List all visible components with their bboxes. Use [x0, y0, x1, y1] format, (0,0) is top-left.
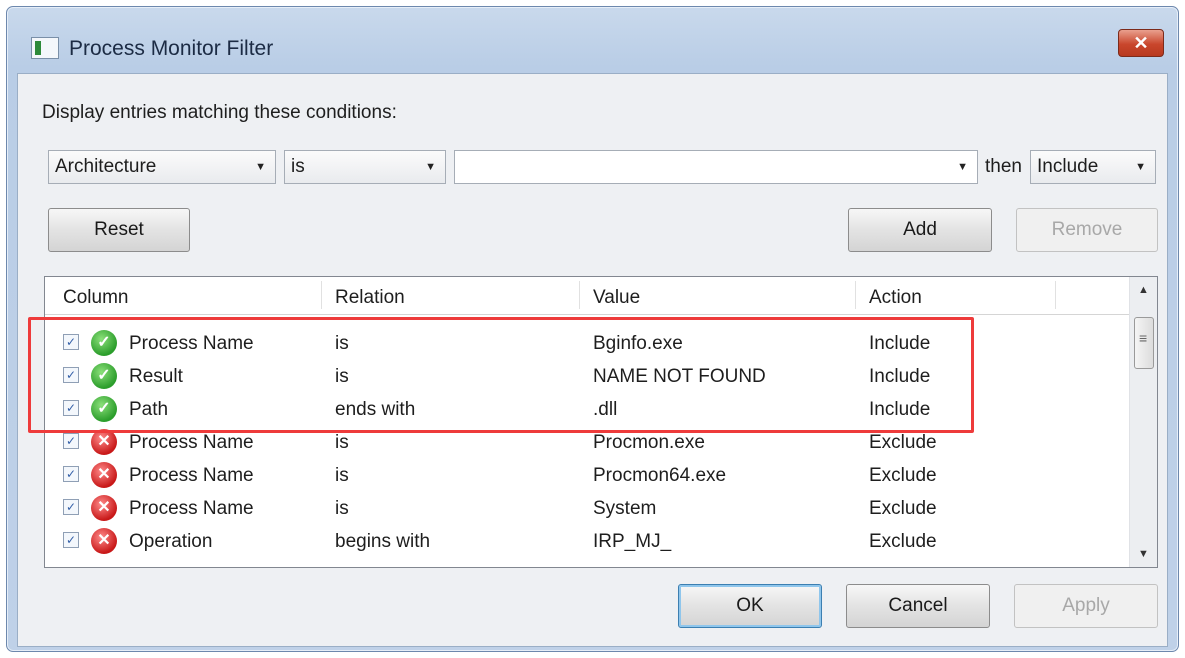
chevron-down-icon: ▼	[1135, 161, 1146, 173]
row-value: .dll	[593, 399, 618, 420]
row-relation: is	[335, 366, 349, 387]
row-column: Result	[129, 366, 183, 387]
row-column: Path	[129, 399, 169, 420]
row-action: Exclude	[869, 498, 937, 519]
header-divider[interactable]	[579, 281, 580, 309]
row-checkbox[interactable]: ✓	[63, 499, 79, 515]
cancel-button[interactable]: Cancel	[846, 584, 990, 628]
add-button[interactable]: Add	[848, 208, 992, 252]
row-value: System	[593, 498, 657, 519]
row-action: Exclude	[869, 432, 937, 453]
relation-select-value: is	[291, 156, 305, 177]
then-label: then	[985, 156, 1022, 177]
header-value[interactable]: Value	[593, 287, 640, 309]
row-value: IRP_MJ_	[593, 531, 672, 552]
row-value: Procmon64.exe	[593, 465, 727, 486]
row-value: Procmon.exe	[593, 432, 705, 453]
row-relation: begins with	[335, 531, 431, 552]
header-column[interactable]: Column	[63, 287, 128, 309]
value-combo[interactable]: ▼	[454, 150, 978, 184]
scroll-thumb[interactable]	[1134, 317, 1154, 369]
header-relation[interactable]: Relation	[335, 287, 405, 309]
action-select-value: Include	[1037, 156, 1099, 177]
dialog-client-area: Display entries matching these condition…	[17, 73, 1168, 647]
row-relation: is	[335, 432, 349, 453]
row-value: Bginfo.exe	[593, 333, 683, 354]
row-relation: is	[335, 465, 349, 486]
filter-row[interactable]: ✓ ✕ Process Name is Procmon.exe Exclude	[45, 426, 1131, 459]
scroll-down-icon[interactable]: ▼	[1130, 541, 1157, 567]
row-relation: is	[335, 333, 349, 354]
row-action: Include	[869, 399, 931, 420]
filter-row[interactable]: ✓ ✓ Result is NAME NOT FOUND Include	[45, 360, 1131, 393]
header-divider[interactable]	[1055, 281, 1056, 309]
ok-button[interactable]: OK	[678, 584, 822, 628]
filter-row[interactable]: ✓ ✕ Operation begins with IRP_MJ_ Exclud…	[45, 525, 1131, 558]
row-column: Process Name	[129, 498, 254, 519]
row-checkbox[interactable]: ✓	[63, 466, 79, 482]
scroll-up-icon[interactable]: ▲	[1130, 277, 1157, 303]
row-action: Include	[869, 333, 931, 354]
row-checkbox[interactable]: ✓	[63, 433, 79, 449]
row-action: Exclude	[869, 465, 937, 486]
filter-list[interactable]: Column Relation Value Action ✓ ✓ Process…	[44, 276, 1158, 568]
row-column: Process Name	[129, 465, 254, 486]
relation-select[interactable]: is ▼	[284, 150, 446, 184]
list-header: Column Relation Value Action	[45, 277, 1131, 315]
filter-row[interactable]: ✓ ✓ Path ends with .dll Include	[45, 393, 1131, 426]
conditions-label: Display entries matching these condition…	[42, 102, 397, 123]
row-action: Exclude	[869, 531, 937, 552]
x-circle-icon: ✕	[91, 462, 117, 488]
column-select[interactable]: Architecture ▼	[48, 150, 276, 184]
chevron-down-icon: ▼	[957, 161, 968, 173]
app-icon	[31, 37, 59, 59]
chevron-down-icon: ▼	[255, 161, 266, 173]
row-relation: ends with	[335, 399, 416, 420]
list-scrollbar[interactable]: ▲ ▼	[1129, 277, 1157, 567]
row-checkbox[interactable]: ✓	[63, 532, 79, 548]
chevron-down-icon: ▼	[425, 161, 436, 173]
row-column: Operation	[129, 531, 213, 552]
check-circle-icon: ✓	[91, 330, 117, 356]
x-circle-icon: ✕	[91, 429, 117, 455]
filter-row[interactable]: ✓ ✕ Process Name is Procmon64.exe Exclud…	[45, 459, 1131, 492]
apply-button[interactable]: Apply	[1014, 584, 1158, 628]
remove-button[interactable]: Remove	[1016, 208, 1158, 252]
header-action[interactable]: Action	[869, 287, 922, 309]
row-relation: is	[335, 498, 349, 519]
action-select[interactable]: Include ▼	[1030, 150, 1156, 184]
row-action: Include	[869, 366, 931, 387]
row-value: NAME NOT FOUND	[593, 366, 766, 387]
reset-button[interactable]: Reset	[48, 208, 190, 252]
filter-dialog: Process Monitor Filter ✕ Display entries…	[6, 6, 1179, 652]
filter-row[interactable]: ✓ ✕ Process Name is System Exclude	[45, 492, 1131, 525]
check-circle-icon: ✓	[91, 363, 117, 389]
row-column: Process Name	[129, 432, 254, 453]
row-checkbox[interactable]: ✓	[63, 367, 79, 383]
title-bar[interactable]: Process Monitor Filter ✕	[7, 7, 1178, 73]
close-button[interactable]: ✕	[1118, 29, 1164, 57]
column-select-value: Architecture	[55, 156, 157, 177]
row-column: Process Name	[129, 333, 254, 354]
x-circle-icon: ✕	[91, 528, 117, 554]
header-divider[interactable]	[321, 281, 322, 309]
check-circle-icon: ✓	[91, 396, 117, 422]
row-checkbox[interactable]: ✓	[63, 400, 79, 416]
header-divider[interactable]	[855, 281, 856, 309]
x-circle-icon: ✕	[91, 495, 117, 521]
row-checkbox[interactable]: ✓	[63, 334, 79, 350]
window-title: Process Monitor Filter	[69, 37, 274, 60]
filter-row[interactable]: ✓ ✓ Process Name is Bginfo.exe Include	[45, 327, 1131, 360]
